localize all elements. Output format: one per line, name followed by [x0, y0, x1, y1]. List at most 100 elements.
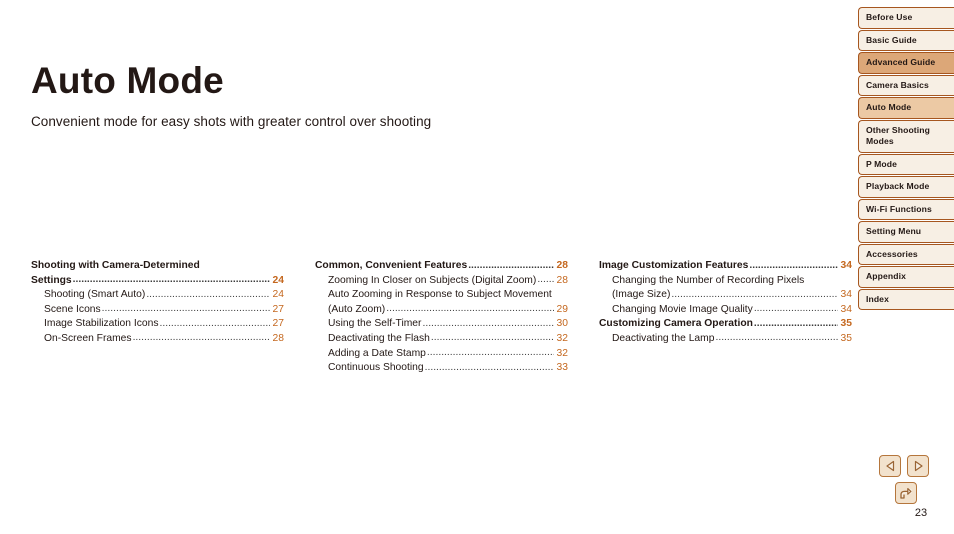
toc-page-number: 24	[272, 289, 284, 301]
toc-page-number: 29	[556, 303, 568, 315]
toc-entry[interactable]: Auto Zooming in Response to Subject Move…	[328, 288, 568, 317]
toc-entry-label: Customizing Camera Operation	[599, 318, 753, 330]
toc-column-1: Shooting with Camera-Determined Settings 2…	[31, 259, 284, 379]
toc-entry-label: Shooting with Camera-Determined	[31, 260, 200, 271]
toc-dot-leader	[754, 317, 838, 332]
toc-dot-leader	[102, 302, 270, 317]
toc-entry-line: Shooting (Smart Auto) 24	[44, 288, 284, 303]
toc-page-number: 27	[272, 318, 284, 330]
toc-entry[interactable]: Continuous Shooting 33	[328, 361, 568, 376]
sidebar-item-label: Before Use	[866, 12, 913, 22]
toc-page-number: 33	[556, 362, 568, 374]
toc-dot-leader	[715, 331, 837, 346]
sidebar-item-wi-fi-functions[interactable]: Wi-Fi Functions	[858, 198, 954, 220]
toc-entry-label: Image Stabilization Icons	[44, 318, 159, 330]
page-title: Auto Mode	[31, 60, 224, 101]
toc-entry-label: Zooming In Closer on Subjects (Digital Z…	[328, 274, 537, 286]
sidebar-item-label: Other Shooting Modes	[866, 124, 930, 147]
toc-entry-label: Deactivating the Lamp	[612, 332, 715, 344]
sidebar-item-label: P Mode	[866, 158, 898, 169]
sidebar-item-appendix[interactable]: Appendix	[858, 266, 954, 288]
toc-entry[interactable]: Changing the Number of Recording Pixels (…	[612, 274, 852, 303]
toc-entry-label: On-Screen Frames	[44, 332, 132, 344]
sidebar-item-advanced-guide[interactable]: Advanced Guide	[858, 52, 954, 74]
sidebar-item-label: Playback Mode	[866, 181, 930, 191]
sidebar-item-index[interactable]: Index	[858, 288, 954, 310]
toc-dot-leader	[386, 302, 553, 317]
next-page-button[interactable]	[907, 455, 929, 477]
toc-dot-leader	[422, 317, 553, 332]
sidebar-item-label: Accessories	[866, 248, 918, 259]
toc-entry[interactable]: Changing Movie Image Quality 34	[612, 303, 852, 318]
toc-entry[interactable]: Scene Icons 27	[44, 303, 284, 318]
toc-entry-line: Common, Convenient Features 28	[315, 259, 568, 274]
triangle-right-icon	[913, 460, 924, 472]
toc-entry-label: Changing Movie Image Quality	[612, 303, 753, 315]
toc-entry-line: Scene Icons 27	[44, 303, 284, 318]
toc-page-number: 32	[556, 347, 568, 359]
return-button[interactable]	[895, 482, 917, 504]
toc-page-number: 34	[840, 303, 852, 315]
toc-entry-line: Shooting with Camera-Determined	[31, 259, 284, 274]
toc-entry-line: Deactivating the Flash 32	[328, 332, 568, 347]
toc-entry-line: Customizing Camera Operation 35	[599, 317, 852, 332]
sidebar-item-label: Index	[866, 293, 889, 304]
sidebar-item-playback-mode[interactable]: Playback Mode	[858, 176, 954, 198]
sidebar-item-camera-basics[interactable]: Camera Basics	[858, 74, 954, 96]
sidebar-item-auto-mode[interactable]: Auto Mode	[858, 97, 954, 119]
previous-page-button[interactable]	[879, 455, 901, 477]
toc-entry[interactable]: Image Stabilization Icons 27	[44, 317, 284, 332]
toc-entry-label: Changing the Number of Recording Pixels	[612, 274, 805, 286]
toc-dot-leader	[754, 302, 838, 317]
sidebar-item-label: Advanced Guide	[866, 57, 936, 67]
toc-entry[interactable]: Image Customization Features 34	[599, 259, 852, 274]
toc-entry[interactable]: Shooting with Camera-Determined Settings 2…	[31, 259, 284, 288]
toc-column-3: Image Customization Features 34Changing …	[599, 259, 852, 379]
sidebar-item-setting-menu[interactable]: Setting Menu	[858, 221, 954, 243]
toc-entry-label: Settings	[31, 274, 72, 286]
toc-entry-line: Zooming In Closer on Subjects (Digital Z…	[328, 274, 568, 289]
toc-page-number: 32	[556, 332, 568, 344]
toc-dot-leader	[146, 288, 269, 303]
toc-page-number: 35	[840, 318, 852, 330]
toc-entry-line: Deactivating the Lamp 35	[612, 332, 852, 347]
sidebar-item-label: Auto Mode	[866, 102, 912, 112]
toc-entry[interactable]: Adding a Date Stamp 32	[328, 347, 568, 362]
toc-entry[interactable]: Common, Convenient Features 28	[315, 259, 568, 274]
toc-entry-line: (Auto Zoom) 29	[328, 303, 568, 318]
toc-dot-leader	[671, 288, 837, 303]
toc-dot-leader	[431, 331, 554, 346]
toc-entry-label: Common, Convenient Features	[315, 260, 468, 271]
sidebar-item-p-mode[interactable]: P Mode	[858, 153, 954, 175]
sidebar-item-accessories[interactable]: Accessories	[858, 243, 954, 265]
toc-entry[interactable]: Customizing Camera Operation 35	[599, 317, 852, 332]
toc-entry-line: Image Customization Features 34	[599, 259, 852, 274]
page-navigation-controls	[879, 455, 935, 504]
toc-entry[interactable]: Deactivating the Lamp 35	[612, 332, 852, 347]
toc-entry[interactable]: Using the Self-Timer 30	[328, 317, 568, 332]
page-subtitle: Convenient mode for easy shots with grea…	[31, 114, 432, 129]
toc-dot-leader	[425, 361, 554, 376]
toc-dot-leader	[159, 317, 269, 332]
toc-entry[interactable]: Shooting (Smart Auto) 24	[44, 288, 284, 303]
toc-entry-line: (Image Size) 34	[612, 288, 852, 303]
toc-entry-line: Changing Movie Image Quality 34	[612, 303, 852, 318]
toc-entry-line: Auto Zooming in Response to Subject Move…	[328, 288, 568, 303]
toc-entry-line: On-Screen Frames 28	[44, 332, 284, 347]
return-arrow-icon	[899, 487, 913, 500]
triangle-left-icon	[885, 460, 896, 472]
toc-dot-leader	[537, 273, 553, 288]
sidebar-item-other-shooting-modes[interactable]: Other Shooting Modes	[858, 119, 954, 153]
table-of-contents: Shooting with Camera-Determined Settings 2…	[0, 259, 852, 379]
toc-entry[interactable]: Deactivating the Flash 32	[328, 332, 568, 347]
toc-page-number: 28	[556, 260, 568, 271]
toc-entry[interactable]: Zooming In Closer on Subjects (Digital Z…	[328, 274, 568, 289]
sidebar-item-label: Appendix	[866, 271, 906, 281]
sidebar-item-before-use[interactable]: Before Use	[858, 7, 954, 29]
toc-dot-leader	[427, 346, 554, 361]
sidebar-item-basic-guide[interactable]: Basic Guide	[858, 29, 954, 51]
toc-page-number: 24	[272, 274, 284, 286]
sidebar-item-label: Wi-Fi Functions	[866, 203, 932, 214]
toc-page-number: 28	[556, 274, 568, 286]
toc-entry[interactable]: On-Screen Frames 28	[44, 332, 284, 347]
